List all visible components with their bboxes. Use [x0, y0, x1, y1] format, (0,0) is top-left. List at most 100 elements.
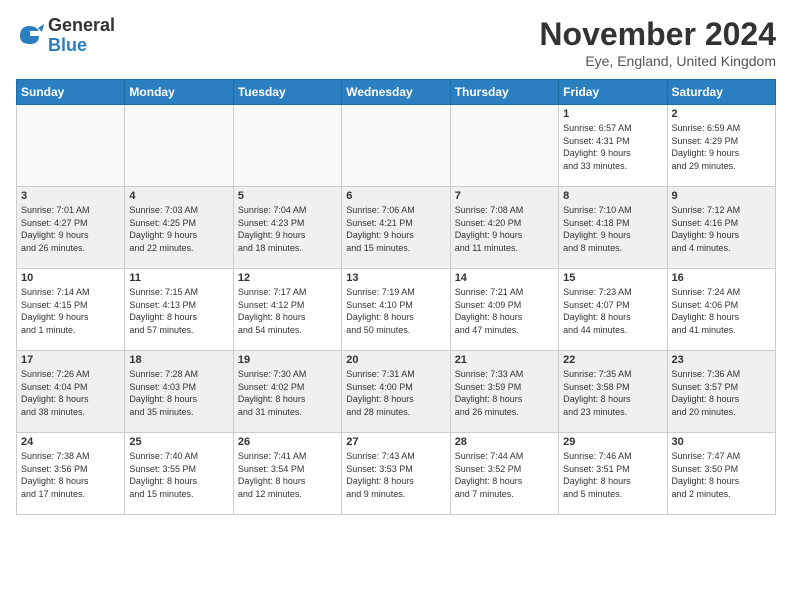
calendar-cell: 11Sunrise: 7:15 AM Sunset: 4:13 PM Dayli…	[125, 269, 233, 351]
day-number: 26	[238, 436, 337, 448]
day-number: 9	[672, 190, 771, 202]
calendar-cell: 25 Sunrise: 7:40 AM Sunset: 3:55 PM Dayli…	[125, 433, 233, 515]
day-number: 21	[455, 354, 554, 366]
day-number: 28	[455, 436, 554, 448]
calendar-cell: 5Sunrise: 7:04 AM Sunset: 4:23 PM Daylig…	[233, 187, 341, 269]
calendar-cell	[450, 105, 558, 187]
calendar: SundayMondayTuesdayWednesdayThursdayFrid…	[16, 79, 776, 515]
logo: General Blue	[16, 16, 115, 56]
calendar-cell: 30 Sunrise: 7:47 AM Sunset: 3:50 PM Dayli…	[667, 433, 775, 515]
day-number: 19	[238, 354, 337, 366]
day-number: 18	[129, 354, 228, 366]
calendar-cell: 1 Sunrise: 6:57 AM Sunset: 4:31 PM Daylig…	[559, 105, 667, 187]
day-info: Sunrise: 7:03 AM Sunset: 4:25 PM Dayligh…	[129, 204, 228, 254]
calendar-cell: 29 Sunrise: 7:46 AM Sunset: 3:51 PM Dayli…	[559, 433, 667, 515]
location: Eye, England, United Kingdom	[539, 53, 776, 69]
day-info: Sunrise: 7:38 AM Sunset: 3:56 PM Dayligh…	[21, 450, 120, 500]
day-info: Sunrise: 7:10 AM Sunset: 4:18 PM Dayligh…	[563, 204, 662, 254]
day-number: 2	[672, 108, 771, 120]
day-number: 5	[238, 190, 337, 202]
day-number: 15	[563, 272, 662, 284]
day-info: Sunrise: 7:28 AM Sunset: 4:03 PM Dayligh…	[129, 368, 228, 418]
day-number: 27	[346, 436, 445, 448]
weekday-saturday: Saturday	[667, 80, 775, 105]
day-info: Sunrise: 7:17 AM Sunset: 4:12 PM Dayligh…	[238, 286, 337, 336]
logo-text: General Blue	[48, 16, 115, 56]
calendar-cell: 12 Sunrise: 7:17 AM Sunset: 4:12 PM Dayli…	[233, 269, 341, 351]
day-info: Sunrise: 7:12 AM Sunset: 4:16 PM Dayligh…	[672, 204, 771, 254]
day-number: 12	[238, 272, 337, 284]
day-info: Sunrise: 7:30 AM Sunset: 4:02 PM Dayligh…	[238, 368, 337, 418]
header: General Blue November 2024 Eye, England,…	[16, 16, 776, 69]
day-number: 10	[21, 272, 120, 284]
calendar-cell: 22Sunrise: 7:35 AM Sunset: 3:58 PM Dayli…	[559, 351, 667, 433]
day-info: Sunrise: 7:26 AM Sunset: 4:04 PM Dayligh…	[21, 368, 120, 418]
calendar-cell: 14 Sunrise: 7:21 AM Sunset: 4:09 PM Dayli…	[450, 269, 558, 351]
logo-blue: Blue	[48, 36, 115, 56]
weekday-friday: Friday	[559, 80, 667, 105]
day-number: 23	[672, 354, 771, 366]
day-info: Sunrise: 7:47 AM Sunset: 3:50 PM Dayligh…	[672, 450, 771, 500]
weekday-wednesday: Wednesday	[342, 80, 450, 105]
calendar-cell: 23 Sunrise: 7:36 AM Sunset: 3:57 PM Dayli…	[667, 351, 775, 433]
day-info: Sunrise: 7:41 AM Sunset: 3:54 PM Dayligh…	[238, 450, 337, 500]
day-number: 29	[563, 436, 662, 448]
day-number: 17	[21, 354, 120, 366]
day-number: 13	[346, 272, 445, 284]
calendar-cell: 26 Sunrise: 7:41 AM Sunset: 3:54 PM Dayli…	[233, 433, 341, 515]
day-info: Sunrise: 7:31 AM Sunset: 4:00 PM Dayligh…	[346, 368, 445, 418]
week-row-4: 17 Sunrise: 7:26 AM Sunset: 4:04 PM Dayli…	[17, 351, 776, 433]
day-number: 1	[563, 108, 662, 120]
day-number: 22	[563, 354, 662, 366]
day-info: Sunrise: 7:46 AM Sunset: 3:51 PM Dayligh…	[563, 450, 662, 500]
month-title: November 2024	[539, 16, 776, 53]
day-number: 24	[21, 436, 120, 448]
week-row-2: 3Sunrise: 7:01 AM Sunset: 4:27 PM Daylig…	[17, 187, 776, 269]
calendar-cell: 19 Sunrise: 7:30 AM Sunset: 4:02 PM Dayli…	[233, 351, 341, 433]
calendar-cell: 24 Sunrise: 7:38 AM Sunset: 3:56 PM Dayli…	[17, 433, 125, 515]
day-info: Sunrise: 7:43 AM Sunset: 3:53 PM Dayligh…	[346, 450, 445, 500]
day-info: Sunrise: 7:23 AM Sunset: 4:07 PM Dayligh…	[563, 286, 662, 336]
calendar-cell: 20 Sunrise: 7:31 AM Sunset: 4:00 PM Dayli…	[342, 351, 450, 433]
calendar-cell: 28Sunrise: 7:44 AM Sunset: 3:52 PM Dayli…	[450, 433, 558, 515]
calendar-cell	[342, 105, 450, 187]
page: General Blue November 2024 Eye, England,…	[0, 0, 792, 612]
week-row-5: 24 Sunrise: 7:38 AM Sunset: 3:56 PM Dayli…	[17, 433, 776, 515]
day-info: Sunrise: 7:21 AM Sunset: 4:09 PM Dayligh…	[455, 286, 554, 336]
calendar-cell: 10Sunrise: 7:14 AM Sunset: 4:15 PM Dayli…	[17, 269, 125, 351]
day-number: 20	[346, 354, 445, 366]
day-info: Sunrise: 6:57 AM Sunset: 4:31 PM Dayligh…	[563, 122, 662, 172]
day-number: 8	[563, 190, 662, 202]
day-info: Sunrise: 7:36 AM Sunset: 3:57 PM Dayligh…	[672, 368, 771, 418]
day-info: Sunrise: 7:06 AM Sunset: 4:21 PM Dayligh…	[346, 204, 445, 254]
calendar-cell: 13 Sunrise: 7:19 AM Sunset: 4:10 PM Dayli…	[342, 269, 450, 351]
calendar-cell: 27 Sunrise: 7:43 AM Sunset: 3:53 PM Dayli…	[342, 433, 450, 515]
day-number: 30	[672, 436, 771, 448]
calendar-cell	[233, 105, 341, 187]
week-row-3: 10Sunrise: 7:14 AM Sunset: 4:15 PM Dayli…	[17, 269, 776, 351]
weekday-tuesday: Tuesday	[233, 80, 341, 105]
title-section: November 2024 Eye, England, United Kingd…	[539, 16, 776, 69]
day-info: Sunrise: 7:15 AM Sunset: 4:13 PM Dayligh…	[129, 286, 228, 336]
day-info: Sunrise: 7:40 AM Sunset: 3:55 PM Dayligh…	[129, 450, 228, 500]
day-number: 25	[129, 436, 228, 448]
day-number: 7	[455, 190, 554, 202]
calendar-cell: 9 Sunrise: 7:12 AM Sunset: 4:16 PM Daylig…	[667, 187, 775, 269]
logo-general: General	[48, 16, 115, 36]
weekday-sunday: Sunday	[17, 80, 125, 105]
calendar-cell: 18 Sunrise: 7:28 AM Sunset: 4:03 PM Dayli…	[125, 351, 233, 433]
week-row-1: 1 Sunrise: 6:57 AM Sunset: 4:31 PM Daylig…	[17, 105, 776, 187]
day-number: 4	[129, 190, 228, 202]
calendar-cell	[125, 105, 233, 187]
calendar-cell: 3Sunrise: 7:01 AM Sunset: 4:27 PM Daylig…	[17, 187, 125, 269]
day-info: Sunrise: 7:33 AM Sunset: 3:59 PM Dayligh…	[455, 368, 554, 418]
calendar-cell: 15 Sunrise: 7:23 AM Sunset: 4:07 PM Dayli…	[559, 269, 667, 351]
calendar-cell: 21 Sunrise: 7:33 AM Sunset: 3:59 PM Dayli…	[450, 351, 558, 433]
calendar-cell: 16Sunrise: 7:24 AM Sunset: 4:06 PM Dayli…	[667, 269, 775, 351]
day-info: Sunrise: 6:59 AM Sunset: 4:29 PM Dayligh…	[672, 122, 771, 172]
day-number: 3	[21, 190, 120, 202]
day-number: 14	[455, 272, 554, 284]
calendar-cell: 8 Sunrise: 7:10 AM Sunset: 4:18 PM Daylig…	[559, 187, 667, 269]
weekday-header-row: SundayMondayTuesdayWednesdayThursdayFrid…	[17, 80, 776, 105]
day-info: Sunrise: 7:19 AM Sunset: 4:10 PM Dayligh…	[346, 286, 445, 336]
